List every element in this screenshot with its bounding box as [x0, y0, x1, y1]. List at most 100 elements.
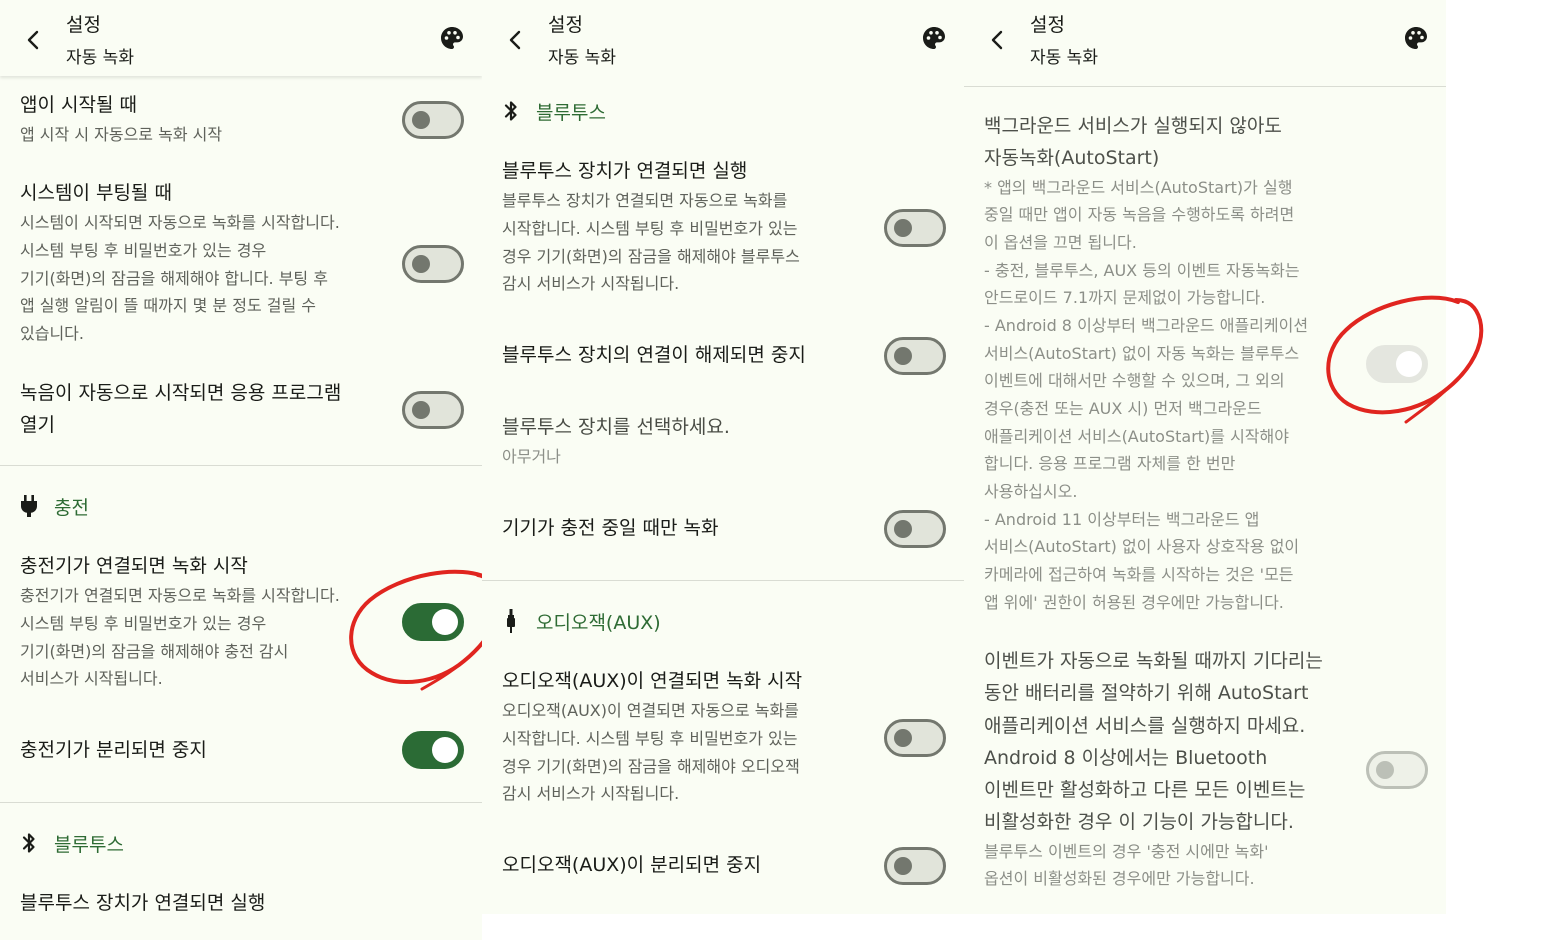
battery-saver-toggle[interactable]	[1366, 751, 1428, 789]
setting-title: 오디오잭(AUX)이 연결되면 녹화 시작	[502, 670, 803, 692]
setting-summary-line: 시작합니다. 시스템 부팅 후 비밀번호가 있는	[502, 729, 798, 748]
toggle-knob	[894, 219, 912, 237]
divider	[964, 86, 1446, 87]
setting-title-line: 동안 배터리를 절약하기 위해 AutoStart	[984, 682, 1309, 704]
setting-title: 시스템이 부팅될 때	[20, 182, 172, 204]
setting-summary-line: 감시 서비스가 시작됩니다.	[502, 274, 680, 293]
setting-title: 오디오잭(AUX)이 분리되면 중지	[502, 854, 762, 876]
setting-summary-line: 애플리케이션 서비스(AutoStart)를 시작해야	[984, 427, 1289, 446]
toggle-knob	[894, 857, 912, 875]
setting-summary-line: 경우 기기(화면)의 잠금을 해제해야 블루투스	[502, 247, 800, 266]
setting-summary-line: 서비스(AutoStart) 없이 사용자 상호작용 없이	[984, 537, 1300, 556]
back-arrow-icon[interactable]	[14, 20, 54, 60]
page-title: 설정	[66, 14, 101, 36]
setting-summary-line: 옵션이 비활성화된 경우에만 가능합니다.	[984, 869, 1255, 888]
section-label: 블루투스	[54, 833, 124, 856]
setting-summary-line: 시작합니다. 시스템 부팅 후 비밀번호가 있는	[502, 219, 798, 238]
open-app-on-record-toggle[interactable]	[402, 391, 464, 429]
start-on-aux-connect-toggle[interactable]	[884, 719, 946, 757]
setting-summary-line: 안드로이드 7.1까지 문제없이 가능합니다.	[984, 288, 1266, 307]
setting-summary-line: 앱 실행 알림이 뜰 때까지 몇 분 정도 걸릴 수	[20, 296, 317, 315]
palette-icon[interactable]	[1400, 22, 1432, 54]
divider	[0, 802, 482, 803]
stop-on-charger-disconnect-toggle[interactable]	[402, 731, 464, 769]
setting-summary-line: 감시 서비스가 시작됩니다.	[502, 784, 680, 803]
setting-summary-line: 기기(화면)의 잠금을 해제해야 충전 감시	[20, 642, 289, 661]
plug-icon	[18, 493, 40, 519]
toggle-knob	[894, 520, 912, 538]
start-on-app-launch-toggle[interactable]	[402, 101, 464, 139]
section-label: 오디오잭(AUX)	[536, 611, 661, 634]
setting-summary-line: 이벤트에 대해서만 수행할 수 있으며, 그 외의	[984, 371, 1285, 390]
selected-device-value: 아무거나	[502, 447, 561, 466]
setting-title: 충전기가 분리되면 중지	[20, 739, 207, 761]
divider	[0, 465, 482, 466]
autostart-service-toggle[interactable]	[1366, 345, 1428, 383]
start-on-bluetooth-connect-toggle[interactable]	[884, 209, 946, 247]
setting-title-line: 이벤트가 자동으로 녹화될 때까지 기다리는	[984, 650, 1323, 672]
setting-summary-line: 오디오잭(AUX)이 연결되면 자동으로 녹화를	[502, 701, 799, 720]
setting-title-line: 열기	[20, 414, 55, 436]
setting-summary-line: 시스템 부팅 후 비밀번호가 있는 경우	[20, 614, 267, 633]
divider	[482, 580, 964, 581]
palette-icon[interactable]	[436, 22, 468, 54]
setting-title: 블루투스 장치가 연결되면 실행	[502, 160, 748, 182]
setting-summary-line: 기기(화면)의 잠금을 해제해야 합니다. 부팅 후	[20, 269, 328, 288]
setting-summary-line: 합니다. 응용 프로그램 자체를 한 번만	[984, 454, 1236, 473]
setting-summary-line: 서비스가 시작됩니다.	[20, 669, 163, 688]
setting-title: 앱이 시작될 때	[20, 94, 137, 116]
toggle-knob	[1396, 351, 1422, 377]
toggle-knob	[412, 255, 430, 273]
setting-summary-line: 앱 위에' 권한이 허용된 경우에만 가능합니다.	[984, 593, 1284, 612]
page-subtitle: 자동 녹화	[1030, 48, 1098, 68]
setting-summary-line: 경우(충전 또는 AUX 시) 먼저 백그라운드	[984, 399, 1262, 418]
setting-title-line: 비활성화한 경우 이 기능이 가능합니다.	[984, 811, 1294, 833]
app-bar: 설정 자동 녹화	[0, 0, 482, 76]
start-on-boot-toggle[interactable]	[402, 245, 464, 283]
setting-summary-line: 이 옵션을 끄면 됩니다.	[984, 233, 1137, 252]
setting-title-line: Android 8 이상에서는 Bluetooth	[984, 747, 1268, 769]
section-label: 충전	[54, 496, 89, 519]
stop-on-aux-disconnect-toggle[interactable]	[884, 847, 946, 885]
back-arrow-icon[interactable]	[496, 20, 536, 60]
section-header-bluetooth: 블루투스	[18, 828, 124, 858]
back-arrow-icon[interactable]	[978, 20, 1018, 60]
stop-on-bluetooth-disconnect-toggle[interactable]	[884, 337, 946, 375]
setting-title-line: 녹음이 자동으로 시작되면 응용 프로그램	[20, 382, 342, 404]
toggle-knob	[894, 347, 912, 365]
record-only-when-charging-toggle[interactable]	[884, 510, 946, 548]
setting-summary-line: - Android 11 이상부터는 백그라운드 앱	[984, 510, 1260, 529]
setting-summary-line: 있습니다.	[20, 324, 84, 343]
setting-summary-line: - Android 8 이상부터 백그라운드 애플리케이션	[984, 316, 1309, 335]
toggle-knob	[432, 737, 458, 763]
setting-summary-line: 카메라에 접근하여 녹화를 시작하는 것은 '모든	[984, 565, 1294, 584]
toggle-knob	[432, 609, 458, 635]
bluetooth-icon	[500, 98, 522, 124]
setting-summary-line: 사용하십시오.	[984, 482, 1078, 501]
setting-summary-line: 시스템이 시작되면 자동으로 녹화를 시작합니다.	[20, 213, 340, 232]
setting-summary-line: 시스템 부팅 후 비밀번호가 있는 경우	[20, 241, 267, 260]
bluetooth-icon	[18, 830, 40, 856]
settings-panel-1: 설정 자동 녹화 앱이 시작될 때 앱 시작 시 자동으로 녹화 시작 시스템이…	[0, 0, 482, 940]
audio-jack-icon	[500, 608, 522, 634]
toggle-knob	[1376, 761, 1394, 779]
setting-summary-line: 중일 때만 앱이 자동 녹음을 수행하도록 하려면	[984, 205, 1295, 224]
setting-title: 블루투스 장치가 연결되면 실행	[20, 892, 266, 914]
setting-summary-line: 블루투스 장치가 연결되면 자동으로 녹화를	[502, 191, 788, 210]
setting-summary-line: - 충전, 블루투스, AUX 등의 이벤트 자동녹화는	[984, 261, 1300, 280]
toggle-knob	[894, 729, 912, 747]
app-bar: 설정 자동 녹화	[964, 0, 1446, 76]
select-bluetooth-device[interactable]: 블루투스 장치를 선택하세요.	[502, 411, 730, 443]
section-header-charging: 충전	[18, 491, 89, 521]
setting-title: 충전기가 연결되면 녹화 시작	[20, 555, 248, 577]
palette-icon[interactable]	[918, 22, 950, 54]
setting-summary-line: 충전기가 연결되면 자동으로 녹화를 시작합니다.	[20, 586, 340, 605]
setting-summary-line: 블루투스 이벤트의 경우 '충전 시에만 녹화'	[984, 842, 1269, 861]
page-title: 설정	[548, 14, 583, 36]
section-header-aux: 오디오잭(AUX)	[500, 606, 661, 636]
setting-title-line: 자동녹화(AutoStart)	[984, 147, 1160, 169]
start-on-charger-connect-toggle[interactable]	[402, 603, 464, 641]
setting-title: 블루투스 장치의 연결이 해제되면 중지	[502, 344, 806, 366]
toggle-knob	[412, 401, 430, 419]
page-subtitle: 자동 녹화	[548, 48, 616, 68]
